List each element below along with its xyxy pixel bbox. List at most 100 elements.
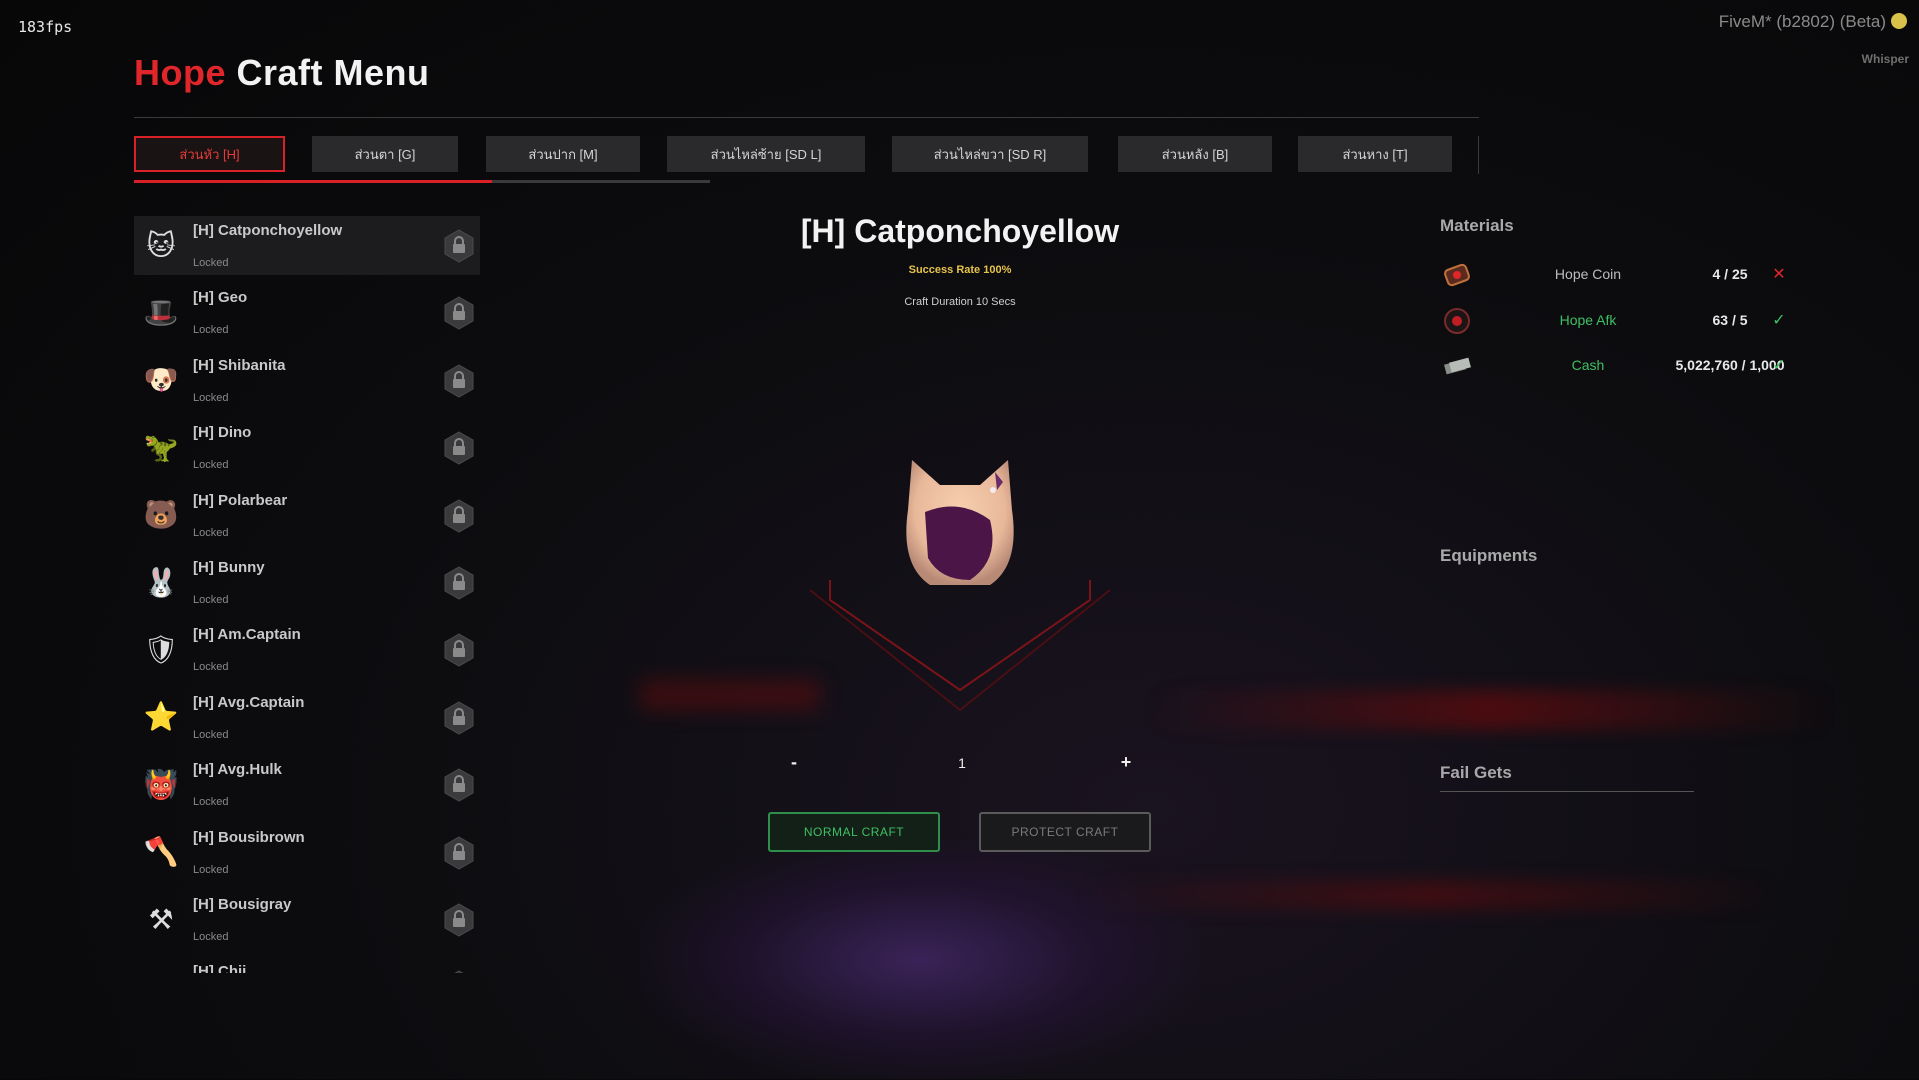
item-status: Locked bbox=[193, 728, 229, 741]
list-item[interactable]: 🐱 [H] Catponchoyellow Locked bbox=[134, 216, 480, 275]
quantity-input[interactable] bbox=[828, 746, 1096, 780]
list-item[interactable]: 🐻 [H] Polarbear Locked bbox=[134, 486, 480, 545]
avg-captain-icon: ⭐ bbox=[143, 701, 179, 733]
background-blur bbox=[640, 840, 1200, 1080]
item-preview bbox=[800, 440, 1120, 720]
am-captain-icon: 🛡 bbox=[143, 633, 179, 665]
lock-icon bbox=[442, 431, 476, 465]
background-blur bbox=[1080, 880, 1780, 910]
cat-hood-icon: 🐱 bbox=[146, 229, 176, 261]
fps-counter: 183fps bbox=[18, 18, 73, 36]
axe-gray-icon: ⚒ bbox=[148, 903, 174, 935]
item-name: [H] Avg.Captain bbox=[193, 693, 305, 711]
item-name: [H] Bousigray bbox=[193, 896, 292, 913]
fail-gets-divider bbox=[1440, 791, 1694, 792]
item-name: [H] Polarbear bbox=[193, 491, 288, 509]
lock-icon bbox=[442, 970, 476, 973]
item-list[interactable]: 🐱 [H] Catponchoyellow Locked 🎩 [H] Geo Locked… bbox=[134, 216, 480, 973]
increase-quantity-button[interactable]: + bbox=[1102, 746, 1150, 778]
hulk-icon: 👹 bbox=[143, 768, 179, 800]
page-title: Hope Craft Menu bbox=[134, 52, 430, 94]
cross-icon: ✕ bbox=[1772, 266, 1786, 283]
title-accent: Hope bbox=[134, 52, 226, 93]
lock-icon bbox=[442, 903, 476, 937]
material-row: Hope Afk 63 / 5 ✓ bbox=[1440, 303, 1800, 339]
chii-icon: 🐾 bbox=[142, 967, 180, 973]
list-item[interactable]: 👹 [H] Avg.Hulk Locked bbox=[134, 755, 480, 814]
item-name: [H] Shibanita bbox=[193, 356, 286, 374]
item-status: Locked bbox=[193, 661, 229, 674]
material-count: 5,022,760 / 1,000 bbox=[1675, 357, 1785, 373]
client-label: FiveM* (b2802) (Beta) bbox=[1718, 12, 1886, 31]
protect-craft-button[interactable]: PROTECT CRAFT bbox=[979, 812, 1151, 852]
item-status: Locked bbox=[193, 257, 229, 269]
lock-icon bbox=[442, 836, 476, 870]
normal-craft-button[interactable]: NORMAL CRAFT bbox=[768, 812, 940, 852]
fail-gets-heading: Fail Gets bbox=[1440, 763, 1512, 782]
hope-afk-icon bbox=[1442, 307, 1472, 335]
whisper-label: Whisper bbox=[1861, 52, 1909, 66]
tab-3[interactable]: ส่วนปาก [M] bbox=[486, 136, 640, 172]
item-status: Locked bbox=[193, 931, 229, 943]
success-rate: Success Rate 100% bbox=[908, 264, 1012, 276]
item-name: [H] Avg.Hulk bbox=[193, 761, 282, 779]
client-status-icon bbox=[1891, 13, 1907, 29]
material-row: Cash 5,022,760 / 1,000 ✓ bbox=[1440, 348, 1800, 384]
lock-icon bbox=[442, 768, 476, 802]
item-title: [H] Catponchoyellow bbox=[800, 213, 1120, 249]
title-divider bbox=[134, 117, 1479, 118]
item-status: Locked bbox=[193, 391, 229, 404]
list-item[interactable]: 🪓 [H] Bousibrown Locked bbox=[134, 823, 480, 882]
lock-icon bbox=[442, 364, 476, 398]
tab-7[interactable]: ส่วนหาง [T] bbox=[1298, 136, 1452, 172]
list-item[interactable]: 🦖 [H] Dino Locked bbox=[134, 418, 480, 477]
lock-icon bbox=[442, 566, 476, 600]
decrease-quantity-button[interactable]: - bbox=[770, 746, 818, 778]
axe-brown-icon: 🪓 bbox=[143, 836, 179, 868]
item-name: [H] Chii bbox=[193, 963, 247, 973]
list-item[interactable]: 🎩 [H] Geo Locked bbox=[134, 283, 480, 342]
list-item[interactable]: 🐾[H] ChiiLocked bbox=[134, 957, 480, 973]
list-item[interactable]: ⚒ [H] Bousigray Locked bbox=[134, 890, 480, 949]
tab-6[interactable]: ส่วนหลัง [B] bbox=[1118, 136, 1272, 172]
materials-heading: Materials bbox=[1440, 216, 1514, 235]
equipments-heading: Equipments bbox=[1440, 546, 1538, 565]
background-blur bbox=[1150, 690, 1830, 730]
item-name: [H] Dino bbox=[193, 424, 252, 442]
list-item[interactable]: 🛡 [H] Am.Captain Locked bbox=[134, 620, 480, 679]
lock-icon bbox=[442, 499, 476, 533]
lock-icon bbox=[442, 701, 476, 735]
item-status: Locked bbox=[193, 594, 229, 606]
dino-icon: 🦖 bbox=[143, 431, 179, 463]
item-name: [H] Bousibrown bbox=[193, 828, 305, 846]
craft-duration: Craft Duration 10 Secs bbox=[904, 296, 1016, 308]
shiba-icon: 🐶 bbox=[143, 364, 179, 396]
bunny-icon: 🐰 bbox=[143, 566, 179, 598]
tab-underline bbox=[134, 180, 492, 183]
background-blur bbox=[640, 680, 820, 710]
geo-hat-icon: 🎩 bbox=[143, 296, 179, 328]
polarbear-icon: 🐻 bbox=[143, 499, 179, 531]
item-status: Locked bbox=[193, 863, 229, 876]
item-name: [H] Catponchoyellow bbox=[193, 222, 343, 239]
list-item[interactable]: 🐶 [H] Shibanita Locked bbox=[134, 351, 480, 410]
item-preview-image bbox=[809, 460, 1111, 712]
check-icon: ✓ bbox=[1772, 357, 1786, 374]
check-icon: ✓ bbox=[1772, 312, 1786, 329]
tab-4[interactable]: ส่วนไหล่ซ้าย [SD L] bbox=[667, 136, 865, 172]
item-status: Locked bbox=[193, 324, 229, 337]
tab-5[interactable]: ส่วนไหล่ขวา [SD R] bbox=[892, 136, 1088, 172]
item-status: Locked bbox=[193, 526, 229, 539]
quantity-stepper: - + bbox=[770, 746, 1150, 780]
material-count: 63 / 5 bbox=[1712, 312, 1748, 328]
list-item[interactable]: ⭐ [H] Avg.Captain Locked bbox=[134, 688, 480, 747]
item-name: [H] Bunny bbox=[193, 559, 265, 576]
item-name: [H] Am.Captain bbox=[193, 626, 301, 644]
lock-icon bbox=[442, 296, 476, 330]
tab-2[interactable]: ส่วนตา [G] bbox=[312, 136, 458, 172]
material-row: Hope Coin 4 / 25 ✕ bbox=[1440, 257, 1800, 293]
item-status: Locked bbox=[193, 796, 229, 809]
tab-1[interactable]: ส่วนหัว [H] bbox=[134, 136, 285, 172]
hope-coin-icon bbox=[1442, 261, 1472, 289]
list-item[interactable]: 🐰 [H] Bunny Locked bbox=[134, 553, 480, 612]
